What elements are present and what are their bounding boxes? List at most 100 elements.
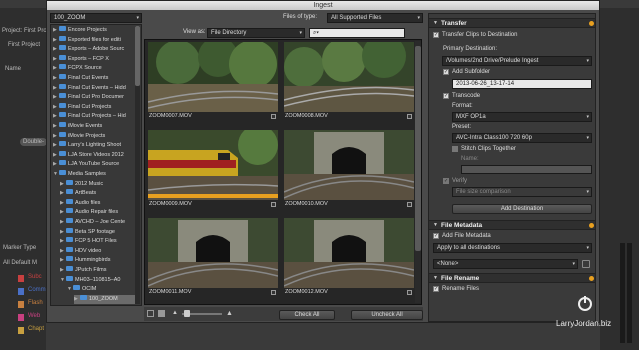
- tree-scrollbar-thumb[interactable]: [135, 26, 140, 86]
- tree-item[interactable]: ▶ Audio files: [60, 198, 137, 208]
- folder-icon: [59, 131, 66, 137]
- tree-item[interactable]: ▼ MH03–110815–A0: [60, 275, 137, 285]
- tree-item[interactable]: ▶ 2012 Music: [60, 179, 137, 189]
- tree-item[interactable]: ▼ Media Samples: [53, 170, 137, 179]
- settings-icon[interactable]: [589, 223, 594, 228]
- file-metadata-section-header[interactable]: ▼ File Metadata: [429, 220, 595, 230]
- clip-checkbox[interactable]: [407, 114, 412, 119]
- file-rename-section-header[interactable]: ▼ File Rename: [429, 273, 595, 283]
- clip-preview-image[interactable]: [148, 218, 278, 288]
- subfolder-input[interactable]: 2013-06-26_13-17-14: [452, 79, 592, 89]
- clip-checkbox[interactable]: [407, 202, 412, 207]
- metadata-template-dropdown[interactable]: <None> ▾: [433, 259, 578, 269]
- double-button[interactable]: Double-: [20, 138, 48, 146]
- transcode-checkbox[interactable]: ✓: [443, 93, 449, 99]
- clip-thumbnail[interactable]: ZOOM0010.MOV: [284, 130, 414, 208]
- stitch-checkbox[interactable]: [452, 146, 458, 152]
- thumbnail-size-slider[interactable]: [182, 310, 222, 317]
- rename-files-checkbox[interactable]: ✓: [433, 286, 439, 292]
- add-file-metadata-checkbox[interactable]: ✓: [433, 233, 439, 239]
- clip-thumbnail[interactable]: ZOOM0011.MOV: [148, 218, 278, 296]
- disclosure-open-icon[interactable]: ▼: [433, 274, 438, 283]
- subfolder-value: 2013-06-26_13-17-14: [456, 81, 515, 87]
- tree-item[interactable]: ▶ HDV video: [60, 246, 137, 256]
- disclosure-open-icon[interactable]: ▼: [433, 221, 438, 230]
- clip-preview-image[interactable]: [148, 130, 278, 200]
- tree-item[interactable]: ▶ Final Cut Events – Hidd: [53, 83, 137, 93]
- tree-item[interactable]: ▶ Audio Repair files: [60, 208, 137, 217]
- tree-item[interactable]: ▶ LJA YouTube Source: [53, 160, 137, 169]
- list-view-icon[interactable]: [147, 310, 154, 317]
- tree-item[interactable]: ▶ Larry's Lighting Shoot: [53, 141, 137, 150]
- tree-scrollbar[interactable]: [135, 26, 140, 304]
- search-input[interactable]: ⌕▾: [309, 28, 405, 38]
- settings-icon[interactable]: [589, 21, 594, 26]
- slider-handle[interactable]: [184, 310, 190, 317]
- tree-item[interactable]: ▶ Exported files for editi: [53, 35, 137, 45]
- settings-icon[interactable]: [589, 276, 594, 281]
- tree-item[interactable]: ▶ Exports – Adobe Sourc: [53, 45, 137, 54]
- preset-dropdown[interactable]: AVC-Intra Class100 720 60p ▾: [452, 133, 592, 143]
- add-subfolder-checkbox[interactable]: ✓: [443, 69, 449, 75]
- tree-item-label: 100_ZOOM: [89, 295, 118, 302]
- clip-preview-image[interactable]: [284, 130, 414, 200]
- tree-item[interactable]: ▶ iMovie Events: [53, 122, 137, 131]
- tree-item[interactable]: ▼ OCIM: [67, 285, 137, 294]
- clip-grid[interactable]: ZOOM0007.MOV ZOOM0008.MOV ZOOM0009.MOV Z…: [144, 39, 422, 305]
- folder-icon: [66, 275, 73, 281]
- tree-item[interactable]: ▶ Final Cut Pro Documer: [53, 93, 137, 102]
- tree-item[interactable]: ▶ FCP 5 HOT Files: [60, 237, 137, 246]
- tree-item[interactable]: ▶ Hummingbirds: [60, 256, 137, 265]
- verify-dropdown[interactable]: File size comparison ▾: [452, 187, 592, 197]
- files-of-type-dropdown[interactable]: All Supported Files ▾: [327, 13, 423, 23]
- grid-scrollbar[interactable]: [415, 41, 421, 303]
- clip-checkbox[interactable]: [271, 290, 276, 295]
- clip-thumbnail[interactable]: ZOOM0008.MOV: [284, 42, 414, 120]
- apply-destinations-dropdown[interactable]: Apply to all destinations ▾: [433, 243, 592, 253]
- tree-item[interactable]: ▶ ArtBeats: [60, 189, 137, 198]
- tree-item[interactable]: ▶ Final Cut Projects: [53, 102, 137, 112]
- location-dropdown[interactable]: 100_ZOOM ▾: [50, 13, 142, 23]
- transfer-section-header[interactable]: ▼ Transfer: [429, 18, 595, 28]
- tree-item[interactable]: ▶ FCPX Source: [53, 64, 137, 73]
- watermark: LarryJordan.biz: [556, 319, 612, 328]
- tree-item-label: MH03–110815–A0: [75, 276, 121, 283]
- primary-destination-dropdown[interactable]: /Volumes/2nd Drive/Prelude Ingest ▾: [442, 56, 592, 66]
- clip-checkbox[interactable]: [271, 114, 276, 119]
- thumbnail-view-icon[interactable]: [158, 310, 165, 317]
- verify-checkbox[interactable]: ✓: [443, 178, 449, 184]
- tree-item[interactable]: ▶ Final Cut Events: [53, 74, 137, 83]
- tree-item[interactable]: ▶ AVCHD – Joe Cente: [60, 218, 137, 227]
- clip-thumbnail[interactable]: ZOOM0007.MOV: [148, 42, 278, 120]
- tree-item[interactable]: ▶ Encore Projects: [53, 26, 137, 35]
- uncheck-all-button[interactable]: Uncheck All: [351, 310, 423, 320]
- transfer-clips-checkbox[interactable]: ✓: [433, 32, 439, 38]
- view-as-dropdown[interactable]: File Directory ▾: [207, 28, 305, 38]
- clip-checkbox[interactable]: [407, 290, 412, 295]
- tree-item[interactable]: ▶ Exports – FCP X: [53, 54, 137, 64]
- add-destination-button[interactable]: Add Destination: [452, 204, 592, 214]
- tree-item[interactable]: ▶ JPutch Films: [60, 266, 137, 275]
- folder-tree[interactable]: ▶ Encore Projects ▶ Exported files for edit…: [50, 24, 142, 306]
- clip-thumbnail[interactable]: ZOOM0012.MOV: [284, 218, 414, 296]
- clip-checkbox[interactable]: [271, 202, 276, 207]
- tree-item[interactable]: ▶ Beta SP footage: [60, 227, 137, 237]
- clip-preview-image[interactable]: [284, 42, 414, 112]
- metadata-settings-icon[interactable]: [582, 260, 590, 268]
- clip-preview-image[interactable]: [148, 42, 278, 112]
- clip-preview-image[interactable]: [284, 218, 414, 288]
- tree-item[interactable]: ▶ Final Cut Projects – Hid: [53, 112, 137, 121]
- grid-scrollbar-thumb[interactable]: [415, 46, 421, 251]
- stitch-name-input[interactable]: [461, 165, 592, 174]
- project-tab[interactable]: First Project: [8, 42, 40, 48]
- clip-thumbnail[interactable]: ZOOM0009.MOV: [148, 130, 278, 208]
- marker-color-swatch: [18, 301, 24, 308]
- tree-item[interactable]: ▶ iMovie Projects: [53, 131, 137, 141]
- disclosure-open-icon[interactable]: ▼: [433, 19, 438, 28]
- format-dropdown[interactable]: MXF OP1a ▾: [452, 112, 592, 122]
- check-all-button[interactable]: Check All: [279, 310, 335, 320]
- tree-item-label: Exports – Adobe Sourc: [68, 46, 125, 53]
- tree-item[interactable]: ▶ LJA Store Videos 2012: [53, 150, 137, 160]
- folder-icon: [59, 26, 66, 32]
- tree-item[interactable]: ▶ 100_ZOOM: [74, 294, 137, 304]
